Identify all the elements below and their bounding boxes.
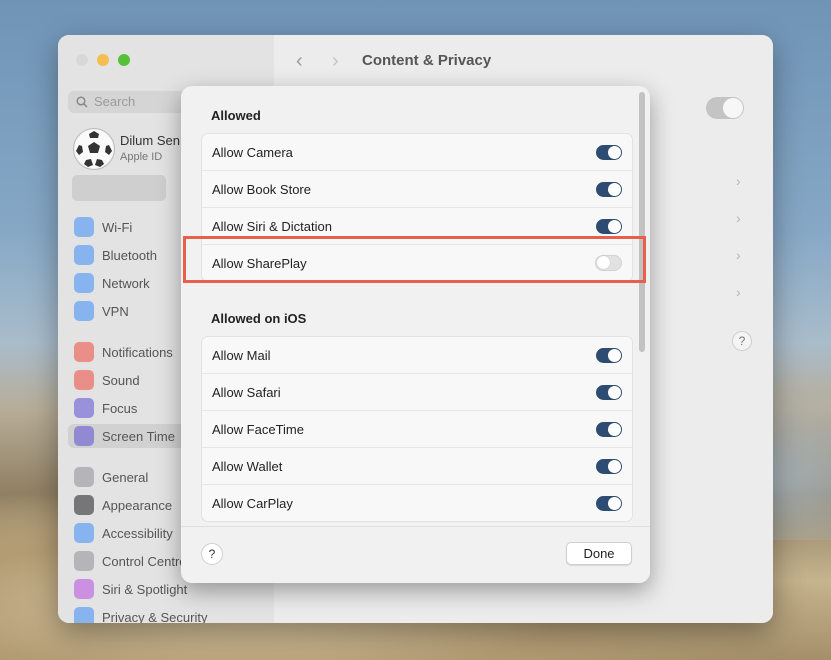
chevron-right-icon[interactable]: › (736, 284, 741, 300)
sidebar-item-label: Focus (102, 400, 138, 416)
sidebar-item-label: Sound (102, 372, 140, 388)
allowed-ios-section-title: Allowed on iOS (211, 311, 307, 326)
sidebar-item-label: Accessibility (102, 525, 173, 541)
sheet-help-button[interactable]: ? (201, 543, 223, 565)
setting-row: Allow FaceTime (202, 411, 632, 448)
setting-row: Allow Mail (202, 337, 632, 374)
setting-label: Allow CarPlay (212, 495, 293, 511)
wifi-icon (74, 217, 94, 237)
avatar[interactable] (73, 128, 115, 170)
profile-name[interactable]: Dilum Sen (120, 133, 180, 148)
setting-label: Allow FaceTime (212, 421, 304, 437)
setting-row: Allow Book Store (202, 171, 632, 208)
setting-label: Allow Mail (212, 347, 271, 363)
page-title: Content & Privacy (362, 52, 492, 69)
setting-label: Allow Safari (212, 384, 281, 400)
toggle-switch[interactable] (596, 181, 622, 197)
sidebar-item-label: VPN (102, 303, 129, 319)
chevron-right-icon[interactable]: › (736, 210, 741, 226)
hand-icon (74, 607, 94, 623)
bluetooth-icon (74, 245, 94, 265)
chevron-right-icon[interactable]: › (736, 173, 741, 189)
sidebar-item-label: Appearance (102, 497, 173, 513)
setting-label: Allow Wallet (212, 458, 283, 474)
vpn-icon (74, 301, 94, 321)
sidebar-item-label: Screen Time (102, 428, 175, 444)
speaker-icon (74, 370, 94, 390)
bell-icon (74, 342, 94, 362)
sidebar-item-label: Siri & Spotlight (102, 581, 188, 597)
forward-button[interactable]: › (332, 50, 339, 73)
toggle-switch[interactable] (596, 384, 622, 400)
globe-icon (74, 273, 94, 293)
done-button[interactable]: Done (566, 542, 632, 565)
close-window-button[interactable] (76, 54, 88, 66)
sidebar-item-label: Bluetooth (102, 247, 157, 263)
minimize-window-button[interactable] (97, 54, 109, 66)
setting-row: Allow Camera (202, 134, 632, 171)
toggle-switch[interactable] (596, 495, 622, 511)
moon-icon (74, 398, 94, 418)
toggle-switch[interactable] (596, 458, 622, 474)
sidebar-item-label: Notifications (102, 344, 173, 360)
main-toggle[interactable] (706, 97, 744, 119)
back-button[interactable]: ‹ (296, 50, 303, 73)
sidebar-item-label: Privacy & Security (102, 609, 208, 624)
soccer-ball-icon (75, 130, 113, 168)
sidebar-item[interactable]: Privacy & Security (68, 605, 268, 623)
gear-icon (74, 467, 94, 487)
setting-label: Allow Book Store (212, 181, 311, 197)
sidebar-item-label: Wi-Fi (102, 219, 133, 235)
family-bar-redacted (72, 175, 166, 201)
appearance-icon (74, 495, 94, 515)
toggle-switch[interactable] (596, 218, 622, 234)
search-icon (76, 96, 88, 108)
profile-subtitle: Apple ID (120, 151, 163, 163)
allowed-section-title: Allowed (211, 108, 261, 123)
zoom-window-button[interactable] (118, 54, 130, 66)
scrollbar[interactable] (639, 92, 645, 352)
setting-row: Allow Safari (202, 374, 632, 411)
sidebar-item-label: General (102, 469, 149, 485)
control-centre-icon (74, 551, 94, 571)
setting-row: Allow Wallet (202, 448, 632, 485)
sidebar-item-label: Network (102, 275, 150, 291)
setting-label: Allow Camera (212, 144, 293, 160)
toggle-switch[interactable] (596, 347, 622, 363)
setting-label: Allow Siri & Dictation (212, 218, 332, 234)
allowed-ios-group: Allow Mail Allow Safari Allow FaceTime Allo… (201, 336, 633, 522)
sidebar-item-label: Control Centre (102, 553, 187, 569)
toggle-switch[interactable] (596, 421, 622, 437)
search-placeholder: Search (94, 94, 136, 109)
accessibility-icon (74, 523, 94, 543)
content-privacy-sheet: Allowed Allow Camera Allow Book Store Allo… (181, 86, 650, 583)
toggle-switch[interactable] (596, 144, 622, 160)
help-button[interactable]: ? (732, 331, 752, 351)
setting-row: Allow CarPlay (202, 485, 632, 521)
highlight-box (183, 236, 646, 283)
hourglass-icon (74, 426, 94, 446)
chevron-right-icon[interactable]: › (736, 247, 741, 263)
siri-icon (74, 579, 94, 599)
